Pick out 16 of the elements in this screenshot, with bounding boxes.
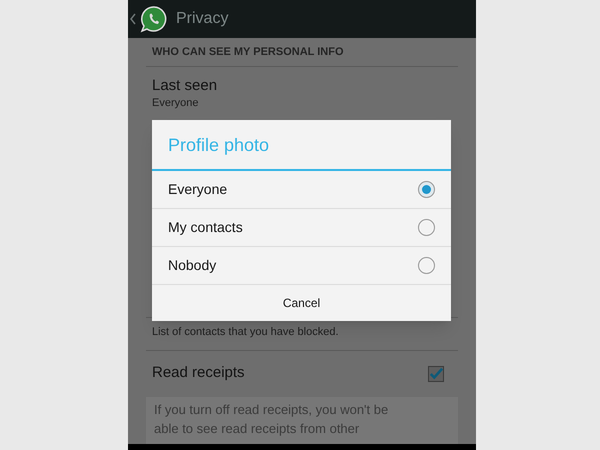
setting-label: Read receipts — [152, 363, 245, 384]
radio-button[interactable] — [418, 219, 435, 236]
dialog-title: Profile photo — [152, 120, 451, 171]
cancel-button[interactable]: Cancel — [152, 285, 451, 321]
chat-bubble-icon[interactable] — [140, 5, 168, 33]
setting-value: Everyone — [152, 96, 200, 110]
back-icon[interactable] — [130, 13, 136, 25]
section-header: WHO CAN SEE MY PERSONAL INFO — [146, 38, 458, 66]
setting-label: Last seen — [152, 76, 218, 94]
radio-button[interactable] — [418, 181, 435, 198]
radio-button[interactable] — [418, 257, 435, 274]
checkbox[interactable] — [428, 366, 444, 382]
radio-option[interactable]: My contacts — [152, 209, 451, 247]
radio-option[interactable]: Everyone — [152, 171, 451, 209]
screen-title: Privacy — [176, 9, 228, 29]
blocked-description: List of contacts that you have blocked. — [146, 324, 458, 350]
